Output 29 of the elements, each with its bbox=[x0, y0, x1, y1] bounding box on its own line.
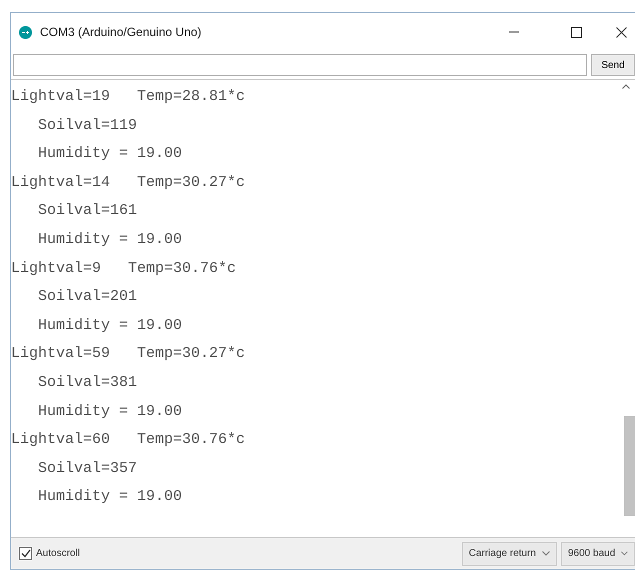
output-line: Soilval=381 bbox=[38, 372, 138, 393]
output-line: Soilval=357 bbox=[38, 458, 138, 479]
chevron-down-icon bbox=[542, 551, 550, 556]
output-line: Lightval=59 Temp=30.27*c bbox=[11, 344, 246, 364]
window-title: COM3 (Arduino/Genuino Uno) bbox=[40, 24, 202, 41]
output-line: Humidity = 19.00 bbox=[38, 144, 182, 164]
scrollbar-thumb[interactable] bbox=[624, 416, 635, 516]
chevron-down-icon bbox=[621, 551, 628, 556]
line-ending-dropdown[interactable]: Carriage return bbox=[462, 542, 557, 566]
output-line: Humidity = 19.00 bbox=[38, 402, 182, 422]
output-line: Humidity = 19.00 bbox=[38, 230, 182, 250]
maximize-icon[interactable] bbox=[571, 26, 582, 38]
output-line: Humidity = 19.00 bbox=[38, 316, 182, 336]
output-line: Humidity = 19.00 bbox=[38, 487, 182, 508]
autoscroll-checkbox[interactable] bbox=[19, 547, 32, 560]
output-line: Soilval=201 bbox=[38, 287, 138, 308]
message-input-field[interactable] bbox=[13, 54, 587, 76]
output-line: Lightval=9 Temp=30.76*c bbox=[11, 258, 236, 279]
autoscroll-label: Autoscroll bbox=[36, 547, 81, 561]
app-logo-icon bbox=[19, 26, 32, 38]
close-icon[interactable] bbox=[616, 26, 627, 38]
output-line: Lightval=19 Temp=28.81*c bbox=[11, 87, 246, 107]
baud-rate-dropdown[interactable]: 9600 baud bbox=[561, 542, 635, 566]
send-button[interactable]: Send bbox=[591, 54, 635, 76]
output-line: Soilval=119 bbox=[38, 116, 138, 136]
scroll-up-icon[interactable] bbox=[622, 84, 630, 89]
output-line: Lightval=60 Temp=30.76*c bbox=[11, 430, 246, 450]
output-line: Soilval=161 bbox=[38, 201, 138, 222]
output-line: Lightval=14 Temp=30.27*c bbox=[11, 172, 246, 193]
